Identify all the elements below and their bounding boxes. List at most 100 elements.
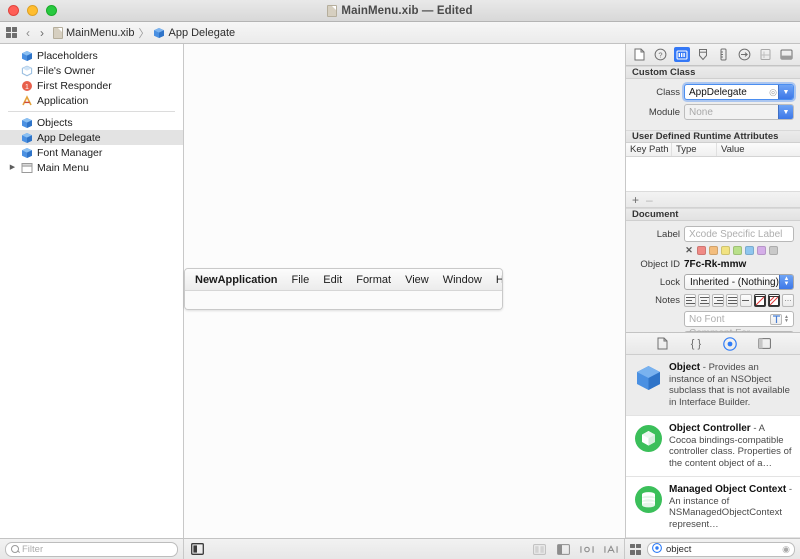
split-panes-icon[interactable] (556, 543, 570, 556)
file-template-library-tab[interactable] (654, 336, 670, 351)
interface-builder-canvas[interactable]: NewApplication File Edit Format View Win… (184, 44, 625, 538)
vertical-constraint-icon[interactable] (604, 543, 618, 556)
library-grid-icon[interactable] (630, 544, 641, 555)
outline-label-placeholders: Placeholders (37, 50, 98, 62)
align-natural-icon[interactable] (740, 294, 752, 307)
menu-item-edit[interactable]: Edit (323, 274, 342, 286)
menu-item-format[interactable]: Format (356, 274, 391, 286)
red-swatch[interactable] (697, 246, 706, 255)
class-combo[interactable]: AppDelegate ◎ ▼ (684, 84, 794, 100)
menu-item-app-name[interactable]: NewApplication (195, 274, 278, 286)
outline-item-first-responder[interactable]: 1 First Responder (0, 78, 183, 93)
align-right-icon[interactable] (712, 294, 724, 307)
label-input[interactable]: Xcode Specific Label (684, 226, 794, 242)
runtime-attributes-body[interactable] (626, 157, 800, 191)
outline-group-placeholders[interactable]: Placeholders (0, 48, 183, 63)
menu-item-view[interactable]: View (405, 274, 429, 286)
title-bar: MainMenu.xib — Edited (0, 0, 800, 22)
application-icon (21, 95, 33, 107)
code-snippet-library-tab[interactable]: { } (688, 336, 704, 351)
forward-button[interactable]: › (39, 27, 45, 39)
label-row: Label Xcode Specific Label (630, 226, 794, 242)
class-dropdown-arrow-icon[interactable]: ▼ (778, 85, 793, 99)
quick-help-inspector-tab[interactable]: ? (653, 47, 669, 62)
library-search-value[interactable]: object (666, 544, 691, 555)
notes-toolbar: ⋯ (684, 294, 794, 307)
column-header-value[interactable]: Value (717, 143, 800, 156)
size-inspector-tab[interactable] (716, 47, 732, 62)
purple-swatch[interactable] (757, 246, 766, 255)
more-options-icon[interactable]: ⋯ (782, 294, 794, 307)
outline-view[interactable]: Placeholders File's Owner 1 First Respon… (0, 44, 183, 538)
runtime-attributes-table[interactable]: Key Path Type Value + – (626, 143, 800, 208)
clear-search-icon[interactable]: ◉ (782, 544, 790, 555)
column-header-type[interactable]: Type (672, 143, 717, 156)
module-row: Module None ▼ (630, 104, 794, 120)
background-color-icon[interactable] (768, 294, 780, 307)
canvas-view-toggle-icon[interactable] (190, 543, 204, 556)
outline-item-application[interactable]: Application (0, 93, 183, 108)
media-library-tab[interactable] (756, 336, 772, 351)
breadcrumb-item-object[interactable]: App Delegate (153, 27, 235, 39)
identity-inspector-tab[interactable] (674, 47, 690, 62)
outline-filter-placeholder: Filter (22, 544, 43, 555)
library-item-object-controller[interactable]: Object Controller - A Cocoa bindings-com… (626, 416, 800, 477)
module-combo[interactable]: None ▼ (684, 104, 794, 120)
library-item-managed-object-context[interactable]: Managed Object Context - An instance of … (626, 477, 800, 538)
outline-group-objects[interactable]: Objects (0, 115, 183, 130)
library-item-object[interactable]: Object - Provides an instance of an NSOb… (626, 355, 800, 416)
module-control: None ▼ (684, 104, 794, 120)
clear-class-icon[interactable]: ◎ (768, 87, 778, 98)
breadcrumb-item-file[interactable]: MainMenu.xib (53, 27, 134, 39)
font-placeholder: No Font (689, 314, 725, 325)
menu-bar[interactable]: NewApplication File Edit Format View Win… (185, 269, 502, 291)
align-panes-icon[interactable] (532, 543, 546, 556)
yellow-swatch[interactable] (721, 246, 730, 255)
lock-popup[interactable]: Inherited - (Nothing) ▲▼ (684, 274, 794, 290)
align-center-icon[interactable] (698, 294, 710, 307)
lock-stepper-arrows-icon[interactable]: ▲▼ (779, 275, 793, 289)
add-attribute-button[interactable]: + (632, 193, 639, 207)
menu-item-file[interactable]: File (292, 274, 310, 286)
library-search-field[interactable]: object ◉ (647, 542, 795, 557)
align-justify-icon[interactable] (726, 294, 738, 307)
outline-item-font-manager[interactable]: Font Manager (0, 145, 183, 160)
font-panel-icon[interactable] (770, 314, 782, 325)
xib-file-icon (53, 27, 63, 39)
outline-item-main-menu[interactable]: ▶ Main Menu (0, 160, 183, 175)
outline-filter-field[interactable]: Filter (5, 542, 178, 557)
bindings-inspector-tab[interactable] (758, 47, 774, 62)
library-item-list[interactable]: Object - Provides an instance of an NSOb… (626, 355, 800, 538)
menu-item-window[interactable]: Window (443, 274, 482, 286)
gray-swatch[interactable] (769, 246, 778, 255)
attributes-inspector-tab[interactable] (695, 47, 711, 62)
back-button[interactable]: ‹ (25, 27, 31, 39)
text-color-icon[interactable] (754, 294, 766, 307)
font-stepper-icon[interactable]: ▲▼ (784, 315, 789, 323)
connections-inspector-tab[interactable] (737, 47, 753, 62)
library-item-managed-object-context-title: Managed Object Context (669, 484, 786, 495)
horizontal-constraint-icon[interactable] (580, 543, 594, 556)
runtime-attributes-footer: + – (626, 191, 800, 207)
remove-attribute-button[interactable]: – (646, 193, 653, 207)
class-value[interactable]: AppDelegate (689, 87, 768, 98)
chevron-right-icon[interactable]: ▶ (8, 164, 17, 171)
no-color-swatch[interactable]: ✕ (684, 246, 694, 255)
blue-swatch[interactable] (745, 246, 754, 255)
object-library-tab[interactable] (722, 336, 738, 351)
bottom-bar: Filter (0, 538, 800, 559)
navigator-grid-icon[interactable] (6, 27, 17, 38)
file-inspector-tab[interactable] (632, 47, 648, 62)
menu-item-help[interactable]: Help (496, 274, 503, 286)
outline-item-app-delegate[interactable]: App Delegate (0, 130, 183, 145)
lock-control: Inherited - (Nothing) ▲▼ (684, 274, 794, 290)
font-field[interactable]: No Font ▲▼ (684, 311, 794, 327)
outline-item-files-owner[interactable]: File's Owner (0, 63, 183, 78)
column-header-key-path[interactable]: Key Path (626, 143, 672, 156)
align-left-icon[interactable] (684, 294, 696, 307)
orange-swatch[interactable] (709, 246, 718, 255)
green-swatch[interactable] (733, 246, 742, 255)
view-effects-inspector-tab[interactable] (779, 47, 795, 62)
main-menu-preview[interactable]: NewApplication File Edit Format View Win… (184, 268, 503, 310)
module-dropdown-arrow-icon[interactable]: ▼ (778, 105, 793, 119)
